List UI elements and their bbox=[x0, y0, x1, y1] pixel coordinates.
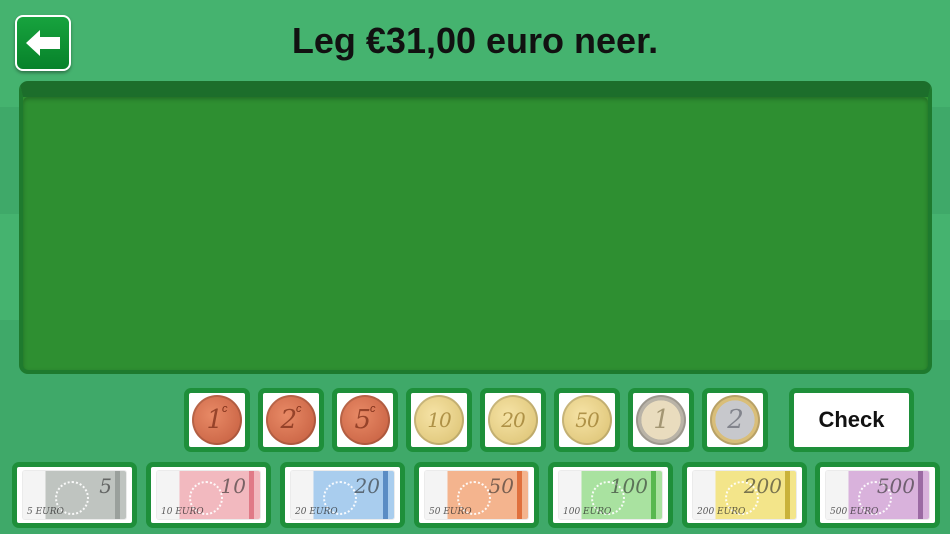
banknote-icon: 100 100 EURO bbox=[559, 471, 662, 519]
banknote-label: 5 EURO bbox=[27, 507, 64, 517]
banknote-stripe bbox=[383, 471, 388, 519]
coin-value: 2 bbox=[280, 405, 297, 435]
banknote-icon: 500 500 EURO bbox=[826, 471, 929, 519]
banknote-label: 20 EURO bbox=[295, 507, 338, 517]
coin-icon: 2c bbox=[266, 395, 316, 445]
banknote-button[interactable]: 20 20 EURO bbox=[280, 462, 405, 528]
banknote-label: 500 EURO bbox=[830, 507, 879, 517]
banknote-icon: 20 20 EURO bbox=[291, 471, 394, 519]
banknote-stripe bbox=[785, 471, 790, 519]
banknote-button[interactable]: 100 100 EURO bbox=[548, 462, 673, 528]
coin-unit: c bbox=[222, 403, 228, 415]
banknote-value: 10 bbox=[220, 474, 246, 498]
banknote-value: 5 bbox=[99, 474, 112, 498]
coin-value: 2 bbox=[727, 405, 744, 435]
banknote-label: 100 EURO bbox=[563, 507, 612, 517]
banknote-label: 200 EURO bbox=[697, 507, 746, 517]
coin-value: 5 bbox=[354, 405, 371, 435]
banknote-button[interactable]: 500 500 EURO bbox=[815, 462, 940, 528]
coin-button[interactable]: 5c bbox=[332, 388, 398, 452]
coin-unit: c bbox=[296, 403, 302, 415]
banknote-button[interactable]: 50 50 EURO bbox=[414, 462, 539, 528]
coin-icon: 5c bbox=[340, 395, 390, 445]
tray-surface bbox=[23, 97, 928, 370]
banknote-icon: 5 5 EURO bbox=[23, 471, 126, 519]
drop-tray[interactable] bbox=[19, 81, 932, 374]
coin-icon: 50 bbox=[562, 395, 612, 445]
banknote-button[interactable]: 5 5 EURO bbox=[12, 462, 137, 528]
coin-value: 1 bbox=[653, 405, 670, 435]
banknote-icon: 200 200 EURO bbox=[693, 471, 796, 519]
banknote-label: 50 EURO bbox=[429, 507, 472, 517]
banknote-stripe bbox=[249, 471, 254, 519]
banknote-button[interactable]: 200 200 EURO bbox=[682, 462, 807, 528]
coin-button[interactable]: 1 bbox=[628, 388, 694, 452]
banknote-value: 20 bbox=[354, 474, 380, 498]
coin-button[interactable]: 10 bbox=[406, 388, 472, 452]
coin-button[interactable]: 20 bbox=[480, 388, 546, 452]
coin-icon: 20 bbox=[488, 395, 538, 445]
coin-value: 50 bbox=[575, 408, 599, 432]
coin-value: 1 bbox=[206, 405, 223, 435]
banknote-icon: 50 50 EURO bbox=[425, 471, 528, 519]
coin-button[interactable]: 50 bbox=[554, 388, 620, 452]
coin-value: 10 bbox=[427, 408, 451, 432]
coin-button[interactable]: 2c bbox=[258, 388, 324, 452]
coin-button[interactable]: 1c bbox=[184, 388, 250, 452]
banknote-button[interactable]: 10 10 EURO bbox=[146, 462, 271, 528]
banknote-value: 200 bbox=[743, 474, 782, 498]
banknote-stripe bbox=[651, 471, 656, 519]
coin-icon: 2 bbox=[710, 395, 760, 445]
coin-button[interactable]: 2 bbox=[702, 388, 768, 452]
coin-icon: 1c bbox=[192, 395, 242, 445]
banknote-value: 100 bbox=[609, 474, 648, 498]
coin-value: 20 bbox=[501, 408, 525, 432]
banknote-value: 50 bbox=[488, 474, 514, 498]
check-button[interactable]: Check bbox=[789, 388, 914, 452]
banknote-stripe bbox=[918, 471, 923, 519]
banknote-icon: 10 10 EURO bbox=[157, 471, 260, 519]
banknote-value: 500 bbox=[876, 474, 915, 498]
coin-unit: c bbox=[370, 403, 376, 415]
banknote-label: 10 EURO bbox=[161, 507, 204, 517]
coin-icon: 10 bbox=[414, 395, 464, 445]
coin-icon: 1 bbox=[636, 395, 686, 445]
banknote-stripe bbox=[115, 471, 120, 519]
instruction-title: Leg €31,00 euro neer. bbox=[291, 20, 659, 61]
banknote-stripe bbox=[517, 471, 522, 519]
